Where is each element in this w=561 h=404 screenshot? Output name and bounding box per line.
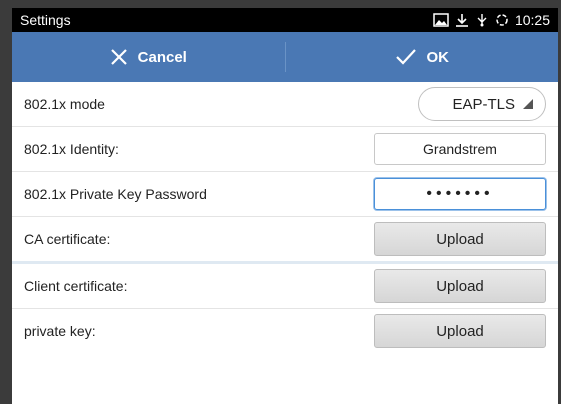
usb-icon — [477, 14, 487, 27]
mode-value: EAP-TLS — [452, 95, 515, 113]
dropdown-triangle-icon — [523, 99, 533, 109]
identity-input[interactable] — [374, 133, 546, 165]
row-private-key-password: 802.1x Private Key Password — [12, 172, 558, 217]
password-input[interactable] — [374, 178, 546, 210]
sync-icon — [496, 14, 508, 26]
row-ca-certificate: CA certificate: Upload — [12, 217, 558, 264]
row-8021x-mode: 802.1x mode EAP-TLS — [12, 82, 558, 127]
cancel-button[interactable]: Cancel — [12, 32, 285, 82]
cancel-label: Cancel — [137, 48, 187, 66]
download-icon — [455, 14, 468, 27]
identity-label: 802.1x Identity: — [24, 141, 119, 157]
close-icon — [110, 49, 127, 65]
row-identity: 802.1x Identity: — [12, 127, 558, 172]
status-icons: 10:25 — [433, 12, 550, 28]
action-bar: Cancel OK — [12, 32, 558, 82]
ok-button[interactable]: OK — [286, 32, 559, 82]
private-key-upload-button[interactable]: Upload — [374, 314, 546, 348]
row-client-certificate: Client certificate: Upload — [12, 264, 558, 309]
settings-screen: Settings 10:25 Cancel OK 802.1x mode EAP… — [12, 8, 558, 404]
ca-upload-button[interactable]: Upload — [374, 222, 546, 256]
password-label: 802.1x Private Key Password — [24, 186, 207, 202]
private-key-label: private key: — [24, 323, 96, 339]
status-clock: 10:25 — [514, 12, 550, 28]
check-icon — [395, 49, 416, 65]
status-bar: Settings 10:25 — [12, 8, 558, 32]
client-label: Client certificate: — [24, 278, 128, 294]
image-icon — [433, 13, 449, 27]
mode-select[interactable]: EAP-TLS — [418, 87, 546, 121]
mode-label: 802.1x mode — [24, 96, 105, 112]
status-title: Settings — [20, 12, 71, 28]
client-upload-button[interactable]: Upload — [374, 269, 546, 303]
ca-label: CA certificate: — [24, 231, 111, 247]
ok-label: OK — [426, 48, 450, 66]
row-private-key: private key: Upload — [12, 309, 558, 353]
